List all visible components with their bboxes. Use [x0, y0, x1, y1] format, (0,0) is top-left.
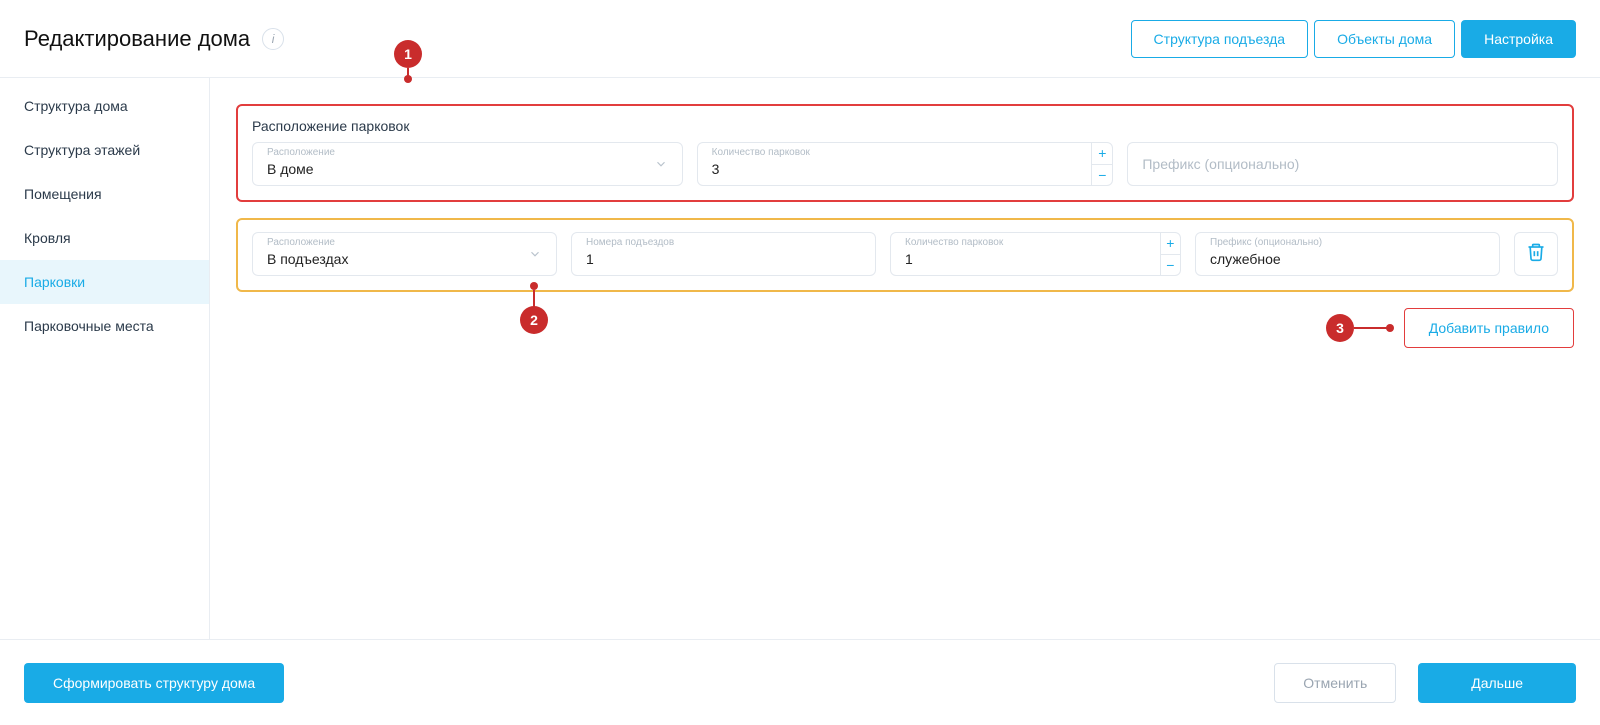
field-label: Префикс (опционально): [1210, 237, 1322, 248]
panel-title: Расположение парковок: [252, 118, 1558, 134]
build-structure-button[interactable]: Сформировать структуру дома: [24, 663, 284, 703]
field-label: Номера подъездов: [586, 237, 674, 248]
callout-dot: [530, 282, 538, 290]
callout-marker-1: 1: [394, 40, 422, 68]
chevron-down-icon: [654, 157, 668, 171]
field-label: Количество парковок: [712, 147, 810, 158]
sidebar-item-parking-places[interactable]: Парковочные места: [0, 304, 209, 348]
panel-parking-2: Расположение В подъездах Номера подъездо…: [236, 218, 1574, 292]
stepper-down[interactable]: −: [1092, 165, 1112, 186]
sidebar: Структура дома Структура этажей Помещени…: [0, 78, 210, 639]
sidebar-item-house-structure[interactable]: Структура дома: [0, 84, 209, 128]
tab-entrance-structure[interactable]: Структура подъезда: [1131, 20, 1309, 58]
stepper-down[interactable]: −: [1161, 255, 1180, 276]
trash-icon: [1526, 242, 1546, 267]
field-placeholder: Префикс (опционально): [1142, 156, 1299, 172]
sidebar-item-rooms[interactable]: Помещения: [0, 172, 209, 216]
parking-count-stepper[interactable]: Количество парковок 1 + −: [890, 232, 1181, 276]
tab-settings[interactable]: Настройка: [1461, 20, 1576, 58]
stepper-up[interactable]: +: [1092, 143, 1112, 165]
stepper-up[interactable]: +: [1161, 233, 1180, 255]
sidebar-item-floor-structure[interactable]: Структура этажей: [0, 128, 209, 172]
add-rule-button[interactable]: Добавить правило: [1404, 308, 1574, 348]
info-icon[interactable]: i: [262, 28, 284, 50]
sidebar-item-parking[interactable]: Парковки: [0, 260, 209, 304]
panel-parking-1: Расположение парковок Расположение В дом…: [236, 104, 1574, 202]
field-label: Количество парковок: [905, 237, 1003, 248]
location-select[interactable]: Расположение В подъездах: [252, 232, 557, 276]
prefix-input[interactable]: Префикс (опционально): [1127, 142, 1558, 186]
callout-dot: [1386, 324, 1394, 332]
location-select[interactable]: Расположение В доме: [252, 142, 683, 186]
cancel-button[interactable]: Отменить: [1274, 663, 1396, 703]
callout-dot: [404, 75, 412, 83]
field-label: Расположение: [267, 147, 335, 158]
next-button[interactable]: Дальше: [1418, 663, 1576, 703]
tab-house-objects[interactable]: Объекты дома: [1314, 20, 1455, 58]
page-title: Редактирование дома: [24, 26, 250, 52]
prefix-input[interactable]: Префикс (опционально) служебное: [1195, 232, 1500, 276]
callout-connector: [1354, 327, 1388, 329]
entrance-numbers-input[interactable]: Номера подъездов 1: [571, 232, 876, 276]
field-label: Расположение: [267, 237, 335, 248]
callout-marker-3: 3: [1326, 314, 1354, 342]
callout-marker-2: 2: [520, 306, 548, 334]
parking-count-stepper[interactable]: Количество парковок 3 + −: [697, 142, 1114, 186]
delete-button[interactable]: [1514, 232, 1558, 276]
chevron-down-icon: [528, 247, 542, 261]
sidebar-item-roof[interactable]: Кровля: [0, 216, 209, 260]
